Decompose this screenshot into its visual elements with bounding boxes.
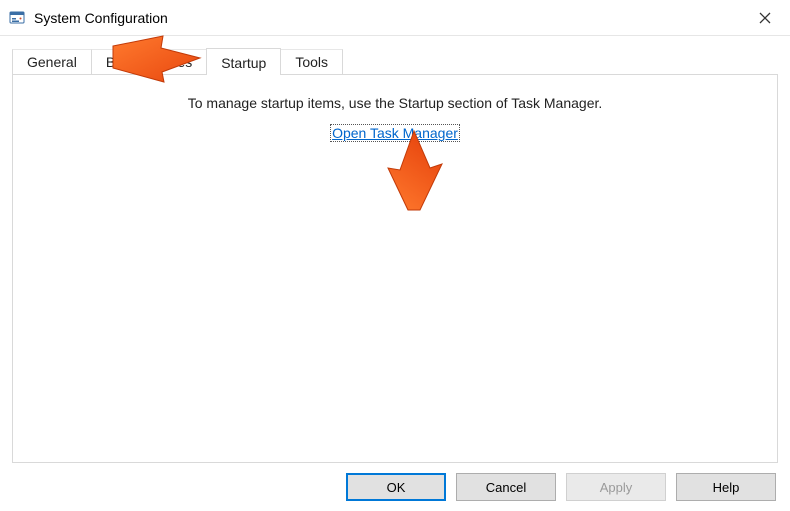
tab-boot-suffix: es xyxy=(177,54,192,70)
apply-button: Apply xyxy=(566,473,666,501)
cancel-button[interactable]: Cancel xyxy=(456,473,556,501)
button-bar: OK Cancel Apply Help xyxy=(12,463,778,501)
startup-message: To manage startup items, use the Startup… xyxy=(29,95,761,111)
open-task-manager-link[interactable]: Open Task Manager xyxy=(330,124,460,142)
system-configuration-window: System Configuration General Boot Servic… xyxy=(0,0,790,511)
close-button[interactable] xyxy=(742,3,788,33)
window-title: System Configuration xyxy=(34,10,168,26)
app-icon xyxy=(8,9,26,27)
tab-startup[interactable]: Startup xyxy=(206,48,281,75)
tab-general[interactable]: General xyxy=(12,49,92,74)
tab-boot-prefix: Bo xyxy=(106,54,123,70)
titlebar: System Configuration xyxy=(0,0,790,36)
close-icon xyxy=(759,12,771,24)
help-button[interactable]: Help xyxy=(676,473,776,501)
tabstrip: General Boot Services Startup Tools xyxy=(12,46,778,74)
tab-boot[interactable]: Boot Services xyxy=(91,49,207,74)
client-area: General Boot Services Startup Tools To m… xyxy=(0,36,790,511)
tab-tools[interactable]: Tools xyxy=(280,49,343,74)
ok-button[interactable]: OK xyxy=(346,473,446,501)
tabpanel-startup: To manage startup items, use the Startup… xyxy=(12,74,778,463)
